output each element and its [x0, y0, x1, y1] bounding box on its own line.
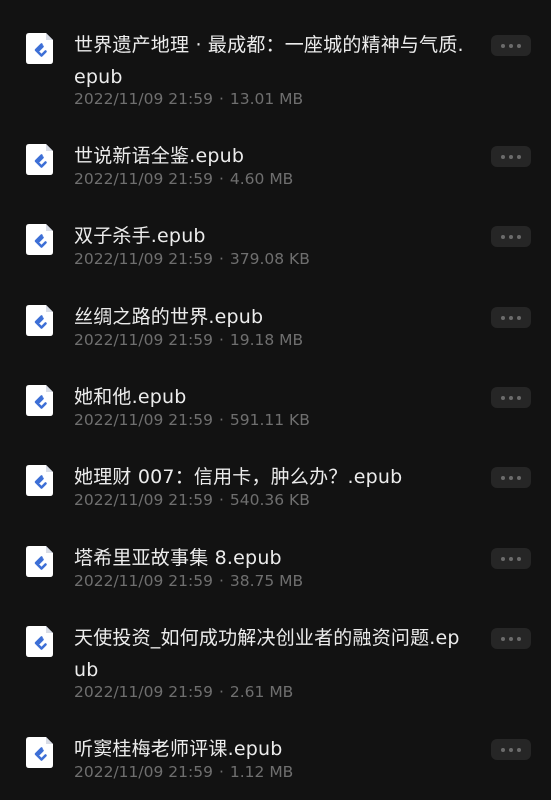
more-options-icon: [501, 395, 505, 400]
more-options-button[interactable]: [491, 739, 531, 760]
epub-file-icon: [26, 385, 53, 416]
file-size: 19.18 MB: [229, 331, 304, 349]
file-date: 2022/11/09 21:59: [74, 491, 213, 509]
file-size: 38.75 MB: [229, 572, 304, 590]
file-name: 世界遗产地理 · 最成都：一座城的精神与气质.epub: [74, 34, 464, 88]
file-date: 2022/11/09 21:59: [74, 683, 213, 701]
more-options-icon: [501, 43, 505, 48]
meta-separator: ·: [218, 411, 224, 429]
file-meta: 2022/11/09 21:59 · 19.18 MB: [74, 330, 303, 350]
file-name: 世说新语全鉴.epub: [74, 145, 245, 167]
file-meta: 2022/11/09 21:59 · 1.12 MB: [74, 762, 293, 782]
epub-file-icon: [26, 465, 53, 496]
file-name: 她理财 007：信用卡，肿么办？.epub: [74, 466, 403, 488]
file-meta: 2022/11/09 21:59 · 38.75 MB: [74, 571, 303, 591]
file-date: 2022/11/09 21:59: [74, 170, 213, 188]
epub-file-icon: [26, 737, 53, 768]
file-meta: 2022/11/09 21:59 · 540.36 KB: [74, 490, 310, 510]
file-name: 天使投资_如何成功解决创业者的融资问题.epub: [74, 627, 460, 681]
file-meta: 2022/11/09 21:59 · 4.60 MB: [74, 169, 293, 189]
file-size: 4.60 MB: [229, 170, 294, 188]
file-name: 她和他.epub: [74, 386, 187, 408]
file-size: 1.12 MB: [229, 763, 294, 781]
meta-separator: ·: [218, 763, 224, 781]
file-meta: 2022/11/09 21:59 · 2.61 MB: [74, 682, 293, 702]
more-options-icon: [501, 475, 505, 480]
file-name: 塔希里亚故事集 8.epub: [74, 547, 282, 569]
epub-file-icon: [26, 144, 53, 175]
more-options-button[interactable]: [491, 226, 531, 247]
file-date: 2022/11/09 21:59: [74, 331, 213, 349]
file-date: 2022/11/09 21:59: [74, 250, 213, 268]
more-options-icon: [501, 154, 505, 159]
more-options-icon: [501, 234, 505, 239]
file-size: 591.11 KB: [229, 411, 310, 429]
file-meta: 2022/11/09 21:59 · 591.11 KB: [74, 410, 310, 430]
file-list: 世界遗产地理 · 最成都：一座城的精神与气质.epub 2022/11/09 2…: [0, 0, 551, 800]
more-options-icon: [501, 636, 505, 641]
meta-separator: ·: [218, 331, 224, 349]
file-name: 丝绸之路的世界.epub: [74, 306, 264, 328]
file-meta: 2022/11/09 21:59 · 379.08 KB: [74, 249, 310, 269]
epub-file-icon: [26, 546, 53, 577]
more-options-button[interactable]: [491, 35, 531, 56]
more-options-button[interactable]: [491, 628, 531, 649]
file-date: 2022/11/09 21:59: [74, 90, 213, 108]
meta-separator: ·: [218, 90, 224, 108]
file-name: 双子杀手.epub: [74, 225, 206, 247]
file-name: 听窦桂梅老师评课.epub: [74, 738, 283, 760]
meta-separator: ·: [218, 250, 224, 268]
file-date: 2022/11/09 21:59: [74, 572, 213, 590]
epub-file-icon: [26, 626, 53, 657]
epub-file-icon: [26, 33, 53, 64]
file-size: 379.08 KB: [229, 250, 310, 268]
more-options-button[interactable]: [491, 387, 531, 408]
meta-separator: ·: [218, 491, 224, 509]
more-options-icon: [501, 315, 505, 320]
more-options-icon: [501, 747, 505, 752]
file-size: 13.01 MB: [229, 90, 304, 108]
more-options-button[interactable]: [491, 467, 531, 488]
epub-file-icon: [26, 305, 53, 336]
file-size: 2.61 MB: [229, 683, 294, 701]
meta-separator: ·: [218, 572, 224, 590]
file-date: 2022/11/09 21:59: [74, 763, 213, 781]
epub-file-icon: [26, 224, 53, 255]
more-options-button[interactable]: [491, 146, 531, 167]
file-size: 540.36 KB: [229, 491, 310, 509]
more-options-icon: [501, 556, 505, 561]
file-date: 2022/11/09 21:59: [74, 411, 213, 429]
meta-separator: ·: [218, 170, 224, 188]
meta-separator: ·: [218, 683, 224, 701]
more-options-button[interactable]: [491, 307, 531, 328]
file-meta: 2022/11/09 21:59 · 13.01 MB: [74, 89, 303, 109]
more-options-button[interactable]: [491, 548, 531, 569]
